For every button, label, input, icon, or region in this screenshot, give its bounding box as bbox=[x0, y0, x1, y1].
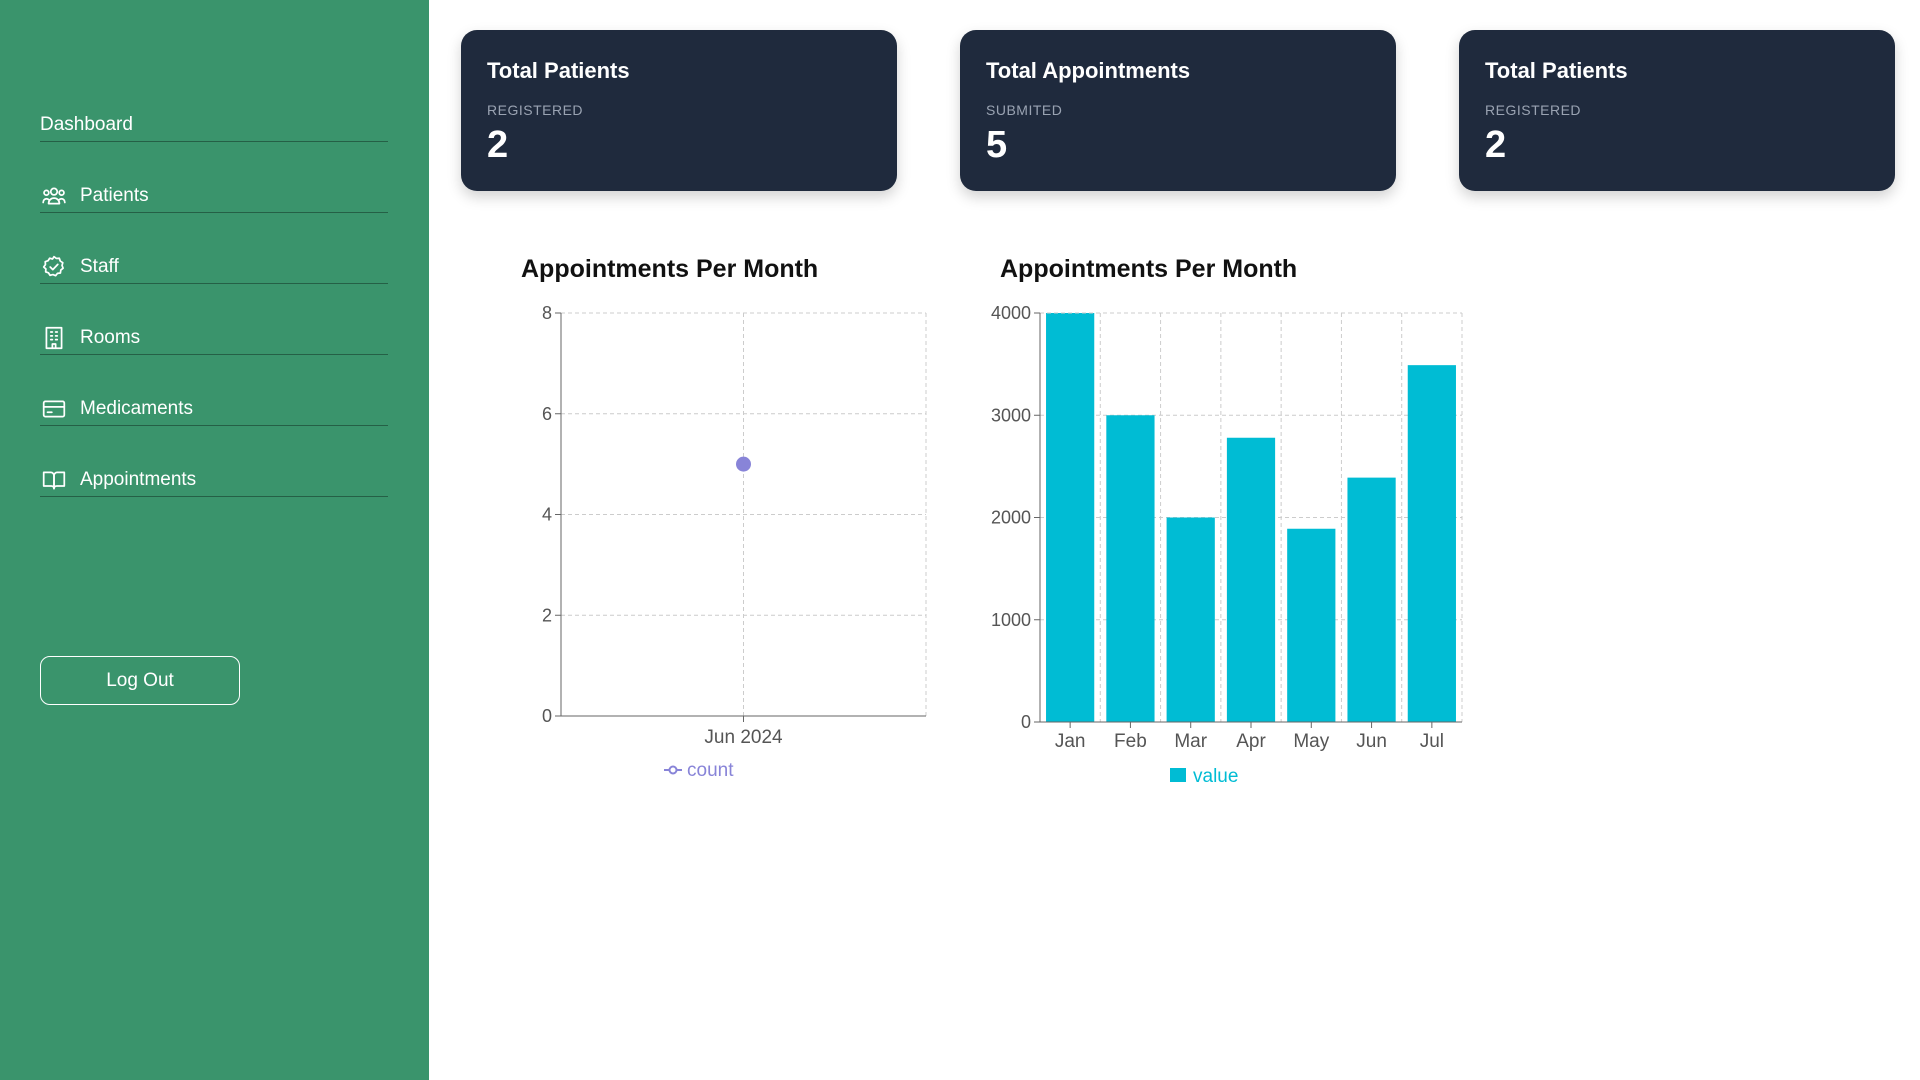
legend-label: value bbox=[1193, 766, 1238, 787]
sidebar-item-appointments[interactable]: Appointments bbox=[40, 463, 388, 497]
x-tick-label: Apr bbox=[1236, 731, 1266, 752]
users-icon bbox=[40, 182, 68, 210]
bar bbox=[1347, 477, 1396, 722]
x-tick-label: Jan bbox=[1055, 731, 1086, 752]
bar bbox=[1106, 415, 1155, 722]
x-tick-label: May bbox=[1293, 731, 1329, 752]
legend-label: count bbox=[687, 760, 734, 781]
card-value: 2 bbox=[1485, 124, 1507, 166]
x-tick-label: Mar bbox=[1174, 731, 1207, 752]
x-tick-label: Jun 2024 bbox=[704, 727, 783, 748]
sidebar-item-medicaments[interactable]: Medicaments bbox=[40, 392, 388, 426]
bar bbox=[1166, 517, 1215, 722]
x-tick-label: Feb bbox=[1114, 731, 1147, 752]
sidebar-item-label: Patients bbox=[80, 184, 149, 206]
y-tick-label: 2000 bbox=[991, 508, 1031, 528]
card-title: Total Patients bbox=[487, 58, 630, 83]
card-subtitle: REGISTERED bbox=[1485, 102, 1582, 118]
card-icon bbox=[40, 395, 68, 423]
app-root: Dashboard Patients Staff Rooms Medicamen… bbox=[0, 0, 1920, 1080]
x-tick-label: Jul bbox=[1420, 731, 1444, 752]
legend-swatch bbox=[1170, 768, 1186, 782]
legend-dot-marker bbox=[668, 765, 678, 775]
card-title: Total Patients bbox=[1485, 58, 1628, 83]
line-chart-title: Appointments Per Month bbox=[521, 255, 819, 283]
y-tick-label: 3000 bbox=[991, 405, 1031, 425]
y-tick-label: 6 bbox=[542, 404, 552, 424]
y-tick-label: 0 bbox=[542, 706, 552, 726]
y-tick-label: 0 bbox=[1021, 712, 1031, 732]
data-point bbox=[736, 456, 751, 472]
logout-button[interactable]: Log Out bbox=[40, 656, 240, 705]
bar bbox=[1046, 313, 1095, 722]
building-icon bbox=[40, 324, 68, 352]
card-title: Total Appointments bbox=[986, 58, 1191, 83]
y-tick-label: 4000 bbox=[991, 303, 1031, 323]
book-icon bbox=[40, 466, 68, 494]
card-subtitle: SUBMITED bbox=[986, 102, 1063, 118]
sidebar-item-label: Appointments bbox=[80, 468, 197, 490]
stat-card-total-patients-2: Total Patients REGISTERED 2 bbox=[1459, 30, 1895, 191]
card-value: 5 bbox=[986, 124, 1008, 166]
bar bbox=[1407, 365, 1456, 722]
x-tick-label: Jun bbox=[1356, 731, 1387, 752]
y-tick-label: 2 bbox=[542, 605, 552, 625]
card-subtitle: REGISTERED bbox=[487, 102, 584, 118]
sidebar-item-label: Rooms bbox=[80, 326, 141, 348]
sidebar-item-rooms[interactable]: Rooms bbox=[40, 321, 388, 355]
sidebar: Dashboard Patients Staff Rooms Medicamen… bbox=[0, 0, 429, 1080]
card-value: 2 bbox=[487, 124, 509, 166]
sidebar-item-label: Dashboard bbox=[40, 113, 133, 135]
badge-check-icon bbox=[40, 253, 68, 281]
stat-card-total-patients: Total Patients REGISTERED 2 bbox=[461, 30, 897, 191]
bar bbox=[1287, 528, 1336, 722]
y-tick-label: 1000 bbox=[991, 610, 1031, 630]
sidebar-item-patients[interactable]: Patients bbox=[40, 179, 388, 213]
sidebar-item-label: Medicaments bbox=[80, 397, 193, 419]
sidebar-item-dashboard[interactable]: Dashboard bbox=[40, 108, 388, 142]
stat-card-total-appointments: Total Appointments SUBMITED 5 bbox=[960, 30, 1396, 191]
bar bbox=[1226, 437, 1276, 722]
sidebar-item-staff[interactable]: Staff bbox=[40, 250, 388, 284]
sidebar-item-label: Staff bbox=[80, 255, 119, 277]
bar-chart-title: Appointments Per Month bbox=[1000, 255, 1298, 283]
y-tick-label: 8 bbox=[542, 303, 552, 323]
y-tick-label: 4 bbox=[542, 505, 552, 525]
